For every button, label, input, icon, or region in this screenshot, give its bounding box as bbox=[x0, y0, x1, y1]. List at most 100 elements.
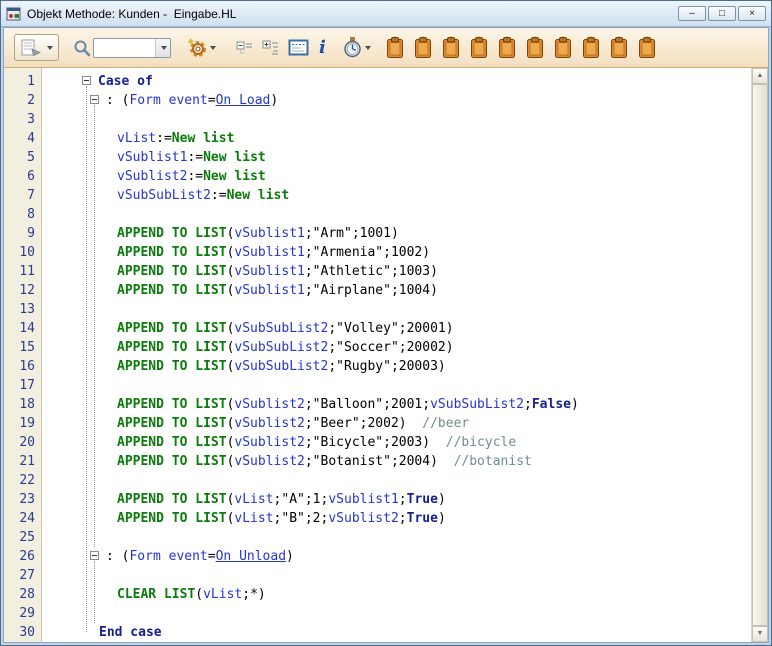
timer-icon bbox=[342, 37, 363, 58]
code-line[interactable]: 8 bbox=[4, 205, 751, 224]
chevron-down-icon bbox=[161, 46, 167, 50]
toolbar: i bbox=[4, 28, 768, 68]
maximize-button[interactable]: □ bbox=[708, 6, 736, 21]
macros-button[interactable] bbox=[342, 37, 371, 58]
code-line[interactable]: 4vList:=New list bbox=[4, 129, 751, 148]
code-text: APPEND TO LIST(vSublist2;"Beer";2002) //… bbox=[44, 414, 751, 433]
line-number: 25 bbox=[4, 528, 42, 547]
close-button[interactable]: × bbox=[738, 6, 766, 21]
clipboard-icon bbox=[497, 36, 517, 59]
line-number: 28 bbox=[4, 585, 42, 604]
code-line[interactable]: 22 bbox=[4, 471, 751, 490]
code-line[interactable]: 19APPEND TO LIST(vSublist2;"Beer";2002) … bbox=[4, 414, 751, 433]
search-input[interactable] bbox=[94, 39, 155, 57]
line-number: 5 bbox=[4, 148, 42, 167]
clipboard-button-4[interactable] bbox=[469, 36, 489, 59]
code-line[interactable]: 29 bbox=[4, 604, 751, 623]
clipboard-button-5[interactable] bbox=[497, 36, 517, 59]
clipboard-icon bbox=[553, 36, 573, 59]
form-preview-icon bbox=[288, 39, 309, 56]
code-line[interactable]: 20APPEND TO LIST(vSublist2;"Bicycle";200… bbox=[4, 433, 751, 452]
clipboard-icon bbox=[581, 36, 601, 59]
code-line[interactable]: 26: (Form event=On Unload) bbox=[4, 547, 751, 566]
line-number: 9 bbox=[4, 224, 42, 243]
code-text: CLEAR LIST(vList;*) bbox=[44, 585, 751, 604]
minimize-button[interactable]: – bbox=[678, 6, 706, 21]
fold-toggle[interactable] bbox=[90, 95, 99, 104]
line-number: 22 bbox=[4, 471, 42, 490]
chevron-down-icon bbox=[47, 46, 53, 50]
code-line[interactable]: 6vSublist2:=New list bbox=[4, 167, 751, 186]
code-text: APPEND TO LIST(vSublist2;"Bicycle";2003)… bbox=[44, 433, 751, 452]
collapse-all-button[interactable] bbox=[236, 40, 254, 56]
clipboard-button-8[interactable] bbox=[581, 36, 601, 59]
form-preview-button[interactable] bbox=[288, 39, 309, 56]
line-number: 17 bbox=[4, 376, 42, 395]
line-number: 27 bbox=[4, 566, 42, 585]
line-number: 7 bbox=[4, 186, 42, 205]
fold-toggle[interactable] bbox=[82, 76, 91, 85]
clipboard-button-6[interactable] bbox=[525, 36, 545, 59]
code-line[interactable]: 9APPEND TO LIST(vSublist1;"Arm";1001) bbox=[4, 224, 751, 243]
code-line[interactable]: 3 bbox=[4, 110, 751, 129]
line-number: 12 bbox=[4, 281, 42, 300]
code-line[interactable]: 1Case of bbox=[4, 72, 751, 91]
window-content: i bbox=[3, 27, 769, 643]
clipboard-button-2[interactable] bbox=[413, 36, 433, 59]
scroll-up-button[interactable]: ▲ bbox=[752, 68, 768, 84]
execute-method-button[interactable] bbox=[14, 34, 59, 61]
line-number: 3 bbox=[4, 110, 42, 129]
code-line[interactable]: 18APPEND TO LIST(vSublist2;"Balloon";200… bbox=[4, 395, 751, 414]
fold-toggle[interactable] bbox=[90, 551, 99, 560]
code-line[interactable]: 14APPEND TO LIST(vSubSubList2;"Volley";2… bbox=[4, 319, 751, 338]
title-bar[interactable]: Objekt Methode: Kunden - Eingabe.HL – □ … bbox=[1, 1, 771, 27]
info-button[interactable]: i bbox=[319, 39, 326, 57]
code-text: APPEND TO LIST(vList;"A";1;vSublist1;Tru… bbox=[44, 490, 751, 509]
code-line[interactable]: 12APPEND TO LIST(vSublist1;"Airplane";10… bbox=[4, 281, 751, 300]
search-combo bbox=[93, 38, 171, 58]
code-line[interactable]: 11APPEND TO LIST(vSublist1;"Athletic";10… bbox=[4, 262, 751, 281]
code-line[interactable]: 30End case bbox=[4, 623, 751, 642]
clipboard-button-9[interactable] bbox=[609, 36, 629, 59]
code-line[interactable]: 15APPEND TO LIST(vSubSubList2;"Soccer";2… bbox=[4, 338, 751, 357]
scroll-thumb[interactable] bbox=[752, 84, 768, 626]
code-text: APPEND TO LIST(vSublist1;"Athletic";1003… bbox=[44, 262, 751, 281]
clipboard-button-3[interactable] bbox=[441, 36, 461, 59]
code-line[interactable]: 28CLEAR LIST(vList;*) bbox=[4, 585, 751, 604]
code-text bbox=[44, 471, 751, 490]
gear-icon bbox=[187, 37, 208, 58]
code-line[interactable]: 21APPEND TO LIST(vSublist2;"Botanist";20… bbox=[4, 452, 751, 471]
code-line[interactable]: 7vSubSubList2:=New list bbox=[4, 186, 751, 205]
vertical-scrollbar[interactable]: ▲ ▼ bbox=[751, 68, 768, 642]
line-number: 13 bbox=[4, 300, 42, 319]
clipboard-button-1[interactable] bbox=[385, 36, 405, 59]
line-number: 30 bbox=[4, 623, 42, 642]
method-options-button[interactable] bbox=[187, 37, 216, 58]
scroll-down-button[interactable]: ▼ bbox=[752, 626, 768, 642]
line-number: 1 bbox=[4, 72, 42, 91]
code-line[interactable]: 17 bbox=[4, 376, 751, 395]
code-line[interactable]: 23APPEND TO LIST(vList;"A";1;vSublist1;T… bbox=[4, 490, 751, 509]
code-line[interactable]: 5vSublist1:=New list bbox=[4, 148, 751, 167]
code-line[interactable]: 16APPEND TO LIST(vSubSubList2;"Rugby";20… bbox=[4, 357, 751, 376]
clipboard-button-7[interactable] bbox=[553, 36, 573, 59]
code-text bbox=[44, 376, 751, 395]
window-title: Objekt Methode: Kunden - Eingabe.HL bbox=[27, 7, 678, 21]
code-line[interactable]: 13 bbox=[4, 300, 751, 319]
expand-all-button[interactable] bbox=[262, 40, 280, 56]
clipboard-icon bbox=[469, 36, 489, 59]
clipboard-button-10[interactable] bbox=[637, 36, 657, 59]
line-number: 24 bbox=[4, 509, 42, 528]
code-line[interactable]: 2: (Form event=On Load) bbox=[4, 91, 751, 110]
code-line[interactable]: 24APPEND TO LIST(vList;"B";2;vSublist2;T… bbox=[4, 509, 751, 528]
code-line[interactable]: 27 bbox=[4, 566, 751, 585]
code-line[interactable]: 25 bbox=[4, 528, 751, 547]
line-number: 29 bbox=[4, 604, 42, 623]
line-number: 6 bbox=[4, 167, 42, 186]
search-dropdown-button[interactable] bbox=[155, 39, 170, 57]
line-number: 11 bbox=[4, 262, 42, 281]
code-editor[interactable]: 1Case of2: (Form event=On Load)34vList:=… bbox=[4, 68, 768, 642]
code-line[interactable]: 10APPEND TO LIST(vSublist1;"Armenia";100… bbox=[4, 243, 751, 262]
window-controls: – □ × bbox=[678, 6, 766, 21]
code-text: APPEND TO LIST(vSublist1;"Airplane";1004… bbox=[44, 281, 751, 300]
